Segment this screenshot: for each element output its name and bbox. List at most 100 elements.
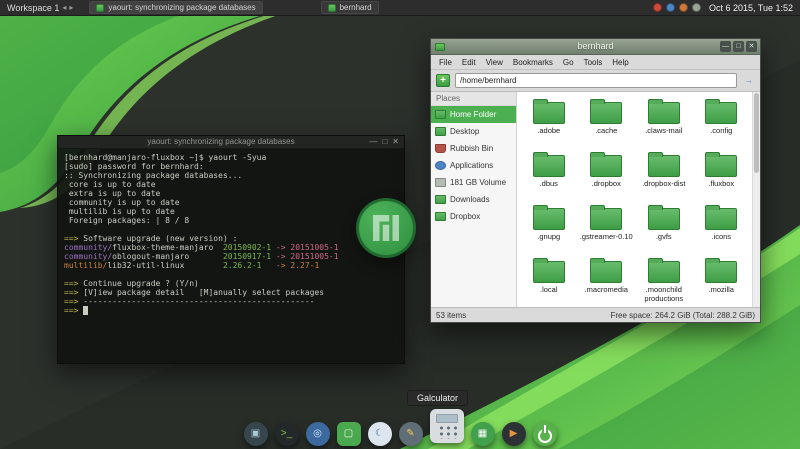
file-manager-main: Places Home Folder Desktop Rubbish Bin Appl… bbox=[431, 92, 760, 307]
folder-item[interactable]: .gstreamer-0.10 bbox=[578, 201, 636, 254]
folder-label: .dropbox bbox=[591, 179, 621, 188]
terminal-text: [V]iew package detail [M]anually select … bbox=[83, 288, 325, 297]
menu-item-go[interactable]: Go bbox=[558, 58, 579, 67]
menu-item-view[interactable]: View bbox=[481, 58, 508, 67]
dropbox-folder-icon bbox=[435, 212, 446, 221]
folder-item[interactable]: .local bbox=[520, 254, 578, 307]
new-tab-button[interactable]: + bbox=[436, 74, 450, 87]
folder-label: .icons bbox=[711, 232, 732, 241]
maximize-button[interactable]: □ bbox=[382, 137, 387, 146]
file-manager-window: bernhard — □ ✕ File Edit View Bookmarks Go To… bbox=[430, 38, 761, 323]
terminal-text bbox=[83, 306, 89, 315]
media-player-icon: ▶ bbox=[509, 428, 518, 439]
folder-icon bbox=[532, 205, 565, 230]
place-desktop[interactable]: Desktop bbox=[431, 123, 516, 140]
terminal-line: ==> Continue upgrade ? (Y/n) bbox=[64, 279, 398, 288]
dock-icon-power[interactable] bbox=[532, 422, 557, 446]
window-controls: — □ ✕ bbox=[369, 137, 399, 146]
menu-bar: File Edit View Bookmarks Go Tools Help bbox=[431, 55, 760, 70]
dock-icon-browser[interactable]: ◎ bbox=[305, 422, 330, 446]
folder-item[interactable]: .dbus bbox=[520, 148, 578, 201]
terminal-line: community is up to date bbox=[64, 198, 398, 207]
folder-label: .macromedia bbox=[584, 285, 628, 294]
taskbar-item-bernhard[interactable]: bernhard bbox=[320, 1, 379, 14]
folder-icon bbox=[647, 205, 680, 230]
terminal-text: oblogout-manjaro bbox=[112, 252, 223, 261]
dock-icon-palemoon[interactable]: ☾ bbox=[367, 422, 392, 446]
dock-icon-file-manager[interactable]: ▢ bbox=[336, 422, 361, 446]
dock-icon-calculator[interactable] bbox=[429, 409, 464, 443]
terminal-body[interactable]: [bernhard@manjaro-fluxbox ~]$ yaourt -Sy… bbox=[58, 149, 404, 319]
folder-item[interactable]: .gvfs bbox=[635, 201, 693, 254]
terminal-text: -> bbox=[261, 261, 291, 270]
folder-item[interactable]: .cache bbox=[578, 95, 636, 148]
notification-icon[interactable] bbox=[678, 3, 688, 12]
folder-item[interactable]: .fluxbox bbox=[693, 148, 751, 201]
path-input[interactable]: /home/bernhard bbox=[455, 73, 737, 88]
folder-item[interactable]: .gnupg bbox=[520, 201, 578, 254]
taskbar-item-yaourt[interactable]: yaourt: synchronizing package databases bbox=[89, 1, 263, 14]
terminal-text: Continue upgrade ? (Y/n) bbox=[83, 279, 199, 288]
place-label: Applications bbox=[450, 161, 494, 170]
file-manager-titlebar[interactable]: bernhard — □ ✕ bbox=[431, 39, 760, 55]
workspace-indicator[interactable]: Workspace 1 bbox=[7, 3, 59, 13]
place-181-gb-volume[interactable]: 181 GB Volume bbox=[431, 174, 516, 191]
palemoon-icon: ☾ bbox=[375, 428, 384, 439]
dock-icon-media-player[interactable]: ▶ bbox=[501, 422, 526, 446]
folder-icon bbox=[590, 258, 623, 283]
place-applications[interactable]: Applications bbox=[431, 157, 516, 174]
dock: ▣ >_ ◎ ▢ ☾ ✎ ▦ ▶ bbox=[0, 409, 800, 446]
dock-icon-system-monitor[interactable]: ▣ bbox=[243, 422, 268, 446]
menu-item-file[interactable]: File bbox=[434, 58, 457, 67]
clock: Oct 6 2015, Tue 1:52 bbox=[708, 2, 793, 13]
folder-item[interactable]: .moonchild productions bbox=[635, 254, 693, 307]
folder-item[interactable]: .dropbox bbox=[578, 148, 636, 201]
terminal-titlebar[interactable]: yaourt: synchronizing package databases … bbox=[58, 136, 404, 149]
close-button[interactable]: ✕ bbox=[746, 41, 757, 52]
folder-view: .adobe .cache .claws-mail .config .dbus .drop… bbox=[517, 92, 760, 307]
terminal-text: core is up to date bbox=[64, 180, 156, 189]
terminal-text: [sudo] password for bernhard: bbox=[64, 162, 204, 171]
folder-item[interactable]: .adobe bbox=[520, 95, 578, 148]
place-rubbish-bin[interactable]: Rubbish Bin bbox=[431, 140, 516, 157]
place-downloads[interactable]: Downloads bbox=[431, 191, 516, 208]
workspace-next-icon[interactable]: ▸ bbox=[69, 3, 73, 12]
manjaro-logo bbox=[356, 198, 416, 258]
folder-item[interactable]: .config bbox=[693, 95, 751, 148]
terminal-title: yaourt: synchronizing package databases bbox=[147, 137, 295, 146]
minimize-button[interactable]: — bbox=[369, 137, 377, 146]
menu-item-help[interactable]: Help bbox=[607, 58, 633, 67]
folder-item[interactable]: .macromedia bbox=[578, 254, 636, 307]
vertical-scrollbar[interactable] bbox=[752, 92, 760, 307]
maximize-button[interactable]: □ bbox=[733, 41, 744, 52]
folder-item[interactable]: .icons bbox=[693, 201, 751, 254]
close-button[interactable]: ✕ bbox=[392, 137, 399, 146]
folder-item[interactable]: .dropbox-dist bbox=[635, 148, 693, 201]
minimize-button[interactable]: — bbox=[720, 41, 731, 52]
menu-item-tools[interactable]: Tools bbox=[579, 58, 608, 67]
place-dropbox[interactable]: Dropbox bbox=[431, 208, 516, 225]
terminal-text: 20151005-1 bbox=[290, 252, 339, 261]
terminal-text: 2.27-1 bbox=[290, 261, 320, 270]
dock-icon-app-launcher[interactable]: ▦ bbox=[470, 422, 495, 446]
terminal-line: core is up to date bbox=[64, 180, 398, 189]
folder-icon bbox=[590, 99, 623, 124]
menu-item-edit[interactable]: Edit bbox=[457, 58, 481, 67]
file-manager-task-icon bbox=[327, 3, 336, 12]
network-icon[interactable] bbox=[665, 3, 675, 12]
terminal-text: extra is up to date bbox=[64, 189, 161, 198]
go-button[interactable]: → bbox=[742, 74, 755, 87]
dock-icon-text-editor[interactable]: ✎ bbox=[398, 422, 423, 446]
place-home-folder[interactable]: Home Folder bbox=[431, 106, 516, 123]
terminal-line: [bernhard@manjaro-fluxbox ~]$ yaourt -Sy… bbox=[64, 153, 398, 162]
menu-item-bookmarks[interactable]: Bookmarks bbox=[508, 58, 558, 67]
terminal-line: [sudo] password for bernhard: bbox=[64, 162, 398, 171]
folder-item[interactable]: .mozilla bbox=[693, 254, 751, 307]
dock-icon-terminal[interactable]: >_ bbox=[274, 422, 299, 446]
update-indicator-icon[interactable] bbox=[652, 3, 662, 12]
scrollbar-thumb[interactable] bbox=[754, 93, 759, 173]
folder-item[interactable]: .claws-mail bbox=[635, 95, 693, 148]
workspace-prev-icon[interactable]: ◂ bbox=[62, 3, 66, 12]
volume-icon[interactable] bbox=[691, 3, 701, 12]
